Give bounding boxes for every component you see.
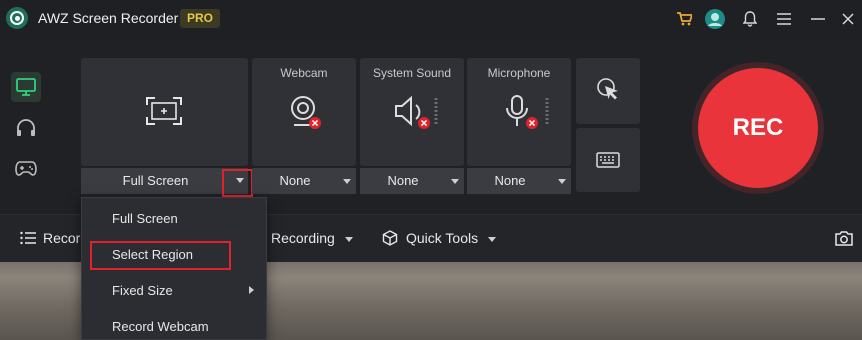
chevron-down-icon — [488, 236, 497, 242]
cart-icon[interactable] — [673, 8, 695, 30]
webcam-label: Webcam — [280, 66, 328, 80]
microphone-icon — [506, 95, 549, 129]
app-title: AWZ Screen Recorder — [38, 10, 179, 26]
recording-settings-button[interactable]: Recording — [271, 230, 353, 246]
quick-tools-button[interactable]: Quick Tools — [382, 230, 497, 246]
webcam-value: None — [279, 173, 311, 188]
chevron-down-icon[interactable] — [451, 179, 459, 184]
menu-icon[interactable] — [773, 8, 795, 30]
microphone-panel[interactable]: Microphone — [467, 58, 571, 166]
gamepad-icon — [15, 161, 37, 176]
select-region-highlight — [90, 241, 231, 270]
menu-item-full-screen[interactable]: Full Screen — [112, 211, 178, 226]
system-sound-panel[interactable]: System Sound — [360, 58, 464, 166]
capture-mode-value: Full Screen — [122, 173, 189, 188]
webcam-icon — [291, 96, 321, 129]
speaker-icon — [395, 95, 438, 129]
list-icon — [20, 231, 36, 245]
game-record-mode[interactable] — [11, 153, 41, 183]
rec-button[interactable]: REC — [698, 68, 818, 188]
box-icon — [382, 230, 398, 246]
chevron-down-icon[interactable] — [558, 179, 566, 184]
dropdown-arrow-highlight — [222, 169, 253, 197]
recording-label: Recording — [271, 230, 335, 246]
audio-record-mode[interactable] — [11, 113, 41, 143]
app-logo — [6, 7, 28, 29]
capture-area-panel[interactable] — [81, 58, 248, 166]
screen-icon — [16, 78, 36, 96]
menu-item-fixed-size[interactable]: Fixed Size — [112, 283, 173, 298]
records-list-button[interactable]: Record — [20, 230, 88, 246]
keystroke-button[interactable] — [576, 128, 640, 192]
screenshot-button[interactable] — [835, 230, 853, 246]
microphone-value: None — [494, 173, 526, 188]
system-sound-label: System Sound — [372, 66, 452, 80]
cursor-click-icon — [597, 78, 618, 100]
webcam-panel[interactable]: Webcam — [252, 58, 356, 166]
quick-tools-label: Quick Tools — [406, 230, 479, 246]
bell-icon[interactable] — [739, 8, 761, 30]
menu-item-record-webcam[interactable]: Record Webcam — [112, 319, 209, 334]
chevron-down-icon[interactable] — [343, 179, 351, 184]
region-icon — [146, 97, 182, 125]
microphone-label: Microphone — [487, 66, 551, 80]
chevron-down-icon — [344, 236, 353, 242]
keyboard-icon — [596, 152, 620, 168]
title-bar: AWZ Screen Recorder PRO — [0, 0, 862, 38]
mouse-effects-button[interactable] — [576, 58, 640, 124]
chevron-right-icon — [249, 286, 254, 294]
pro-badge[interactable]: PRO — [180, 9, 221, 28]
webcam-dropdown[interactable]: None — [252, 168, 356, 194]
screen-record-mode[interactable] — [11, 72, 41, 102]
camera-icon — [835, 231, 853, 246]
avatar[interactable] — [704, 8, 726, 30]
system-sound-value: None — [387, 173, 419, 188]
system-sound-dropdown[interactable]: None — [360, 168, 464, 194]
microphone-dropdown[interactable]: None — [467, 168, 571, 194]
close-icon[interactable] — [837, 8, 859, 30]
minimize-icon[interactable] — [807, 8, 829, 30]
headphones-icon — [17, 119, 35, 136]
